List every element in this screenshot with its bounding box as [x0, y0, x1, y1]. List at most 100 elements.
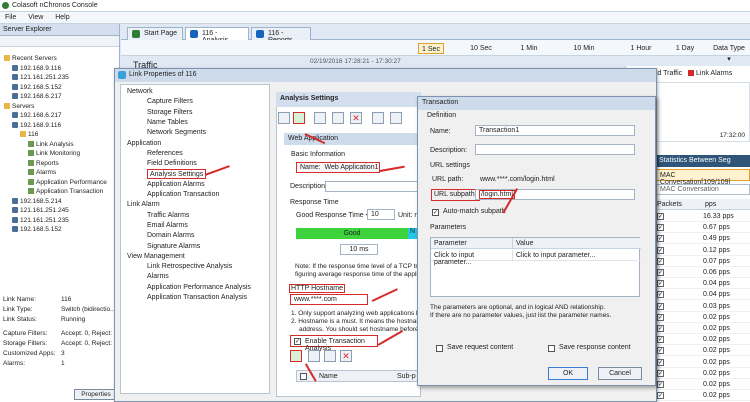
row-checkbox[interactable]: ✓: [657, 246, 664, 254]
description-input[interactable]: [325, 181, 421, 192]
scale-1min[interactable]: 1 Min: [516, 43, 542, 54]
nav-group[interactable]: Application: [127, 139, 161, 149]
menu-file[interactable]: File: [0, 12, 21, 23]
nav-group[interactable]: Link Alarm: [127, 200, 160, 210]
ok-button[interactable]: OK: [548, 367, 588, 380]
tx-name-input[interactable]: Transaction1: [475, 125, 635, 136]
tree-item[interactable]: 121.161.251.235: [12, 216, 69, 225]
tree-item[interactable]: Link Monitoring: [28, 149, 80, 158]
tab-reports[interactable]: 116 - Reports: [251, 27, 311, 44]
tx-desc-input[interactable]: [475, 144, 635, 155]
nav-item[interactable]: Name Tables: [147, 118, 188, 128]
nav-item[interactable]: Storage Filters: [147, 108, 193, 118]
scale-1sec[interactable]: 1 Sec: [418, 43, 444, 54]
row-checkbox[interactable]: ✓: [657, 381, 664, 388]
tree-item[interactable]: 116: [20, 130, 38, 139]
row-checkbox[interactable]: ✓: [657, 235, 664, 243]
tree-item[interactable]: 192.168.6.217: [12, 92, 62, 101]
cancel-button[interactable]: Cancel: [598, 367, 642, 380]
row-checkbox[interactable]: ✓: [657, 336, 664, 344]
menu-help[interactable]: Help: [50, 12, 74, 23]
ms-value[interactable]: 10 ms: [340, 244, 378, 255]
add-icon[interactable]: [278, 112, 290, 124]
nav-item[interactable]: Application Transaction Analysis: [147, 293, 247, 303]
mac-search-input[interactable]: MAC Conversation: [655, 184, 750, 195]
tree-item[interactable]: 192.168.9.116: [12, 121, 61, 130]
web-app-name-value[interactable]: Web Application1: [325, 164, 379, 171]
delete-transaction-icon[interactable]: ✕: [340, 350, 352, 362]
nav-item[interactable]: Application Transaction: [147, 190, 219, 200]
nav-item[interactable]: Application Performance Analysis: [147, 283, 251, 293]
packet-row[interactable]: ✓ 0.02 pps: [655, 356, 750, 368]
tree-item[interactable]: 121.161.251.235: [12, 73, 69, 82]
row-checkbox[interactable]: ✓: [657, 257, 664, 265]
enable-transaction-checkbox[interactable]: ✓ Enable Transaction Analysis: [290, 335, 378, 352]
tree-item[interactable]: Servers: [4, 102, 34, 111]
tab-start-page[interactable]: Start Page: [127, 27, 183, 40]
data-type-dropdown[interactable]: Data Type ▾: [711, 43, 747, 63]
mac-conversation-tab[interactable]: MAC Conversation[109/109]: [655, 169, 750, 186]
packet-row[interactable]: ✓ 0.02 pps: [655, 311, 750, 323]
nav-item[interactable]: Signature Alarms: [147, 242, 200, 252]
scale-1hour[interactable]: 1 Hour: [626, 43, 656, 54]
packet-row[interactable]: ✓ 0.03 pps: [655, 300, 750, 312]
packet-row[interactable]: ✓ 0.02 pps: [655, 367, 750, 379]
tree-item[interactable]: 192.168.5.214: [12, 197, 62, 206]
nav-item[interactable]: Email Alarms: [147, 221, 188, 231]
nav-item[interactable]: Domain Alarms: [147, 231, 194, 241]
tree-item[interactable]: 121.161.251.245: [12, 206, 69, 215]
tree-item[interactable]: 192.168.5.152: [12, 225, 62, 234]
packet-row[interactable]: ✓ 0.67 pps: [655, 222, 750, 234]
row-checkbox[interactable]: ✓: [657, 213, 664, 220]
param-cell[interactable]: Click to input parameter...: [431, 250, 513, 266]
packet-row[interactable]: ✓ 0.02 pps: [655, 390, 750, 402]
copy-transaction-icon[interactable]: [324, 350, 336, 362]
url-subpath-input[interactable]: /login.html: [475, 189, 635, 200]
tree-item[interactable]: 192.168.5.152: [12, 83, 62, 92]
row-checkbox[interactable]: ✓: [657, 302, 664, 310]
packet-row[interactable]: ✓ 0.07 pps: [655, 255, 750, 267]
menu-view[interactable]: View: [23, 12, 48, 23]
edit-transaction-icon[interactable]: [308, 350, 320, 362]
add-transaction-icon[interactable]: [290, 350, 302, 362]
packet-row[interactable]: ✓ 0.04 pps: [655, 289, 750, 301]
value-cell[interactable]: Click to input parameter...: [513, 250, 641, 261]
row-checkbox[interactable]: ✓: [657, 313, 664, 321]
row-checkbox[interactable]: ✓: [657, 392, 664, 400]
nav-item[interactable]: References: [147, 149, 183, 159]
packet-row[interactable]: ✓ 0.02 pps: [655, 345, 750, 357]
scale-10min[interactable]: 10 Min: [569, 43, 599, 54]
nav-group[interactable]: Network: [127, 87, 153, 97]
nav-item[interactable]: Traffic Alarms: [147, 211, 189, 221]
nav-item[interactable]: Field Definitions: [147, 159, 197, 169]
select-all-checkbox[interactable]: [300, 373, 307, 380]
delete-icon[interactable]: ✕: [350, 112, 362, 124]
save-request-checkbox[interactable]: [436, 345, 443, 352]
scale-1day[interactable]: 1 Day: [673, 43, 697, 54]
web-app-icon[interactable]: [293, 112, 305, 124]
packet-row[interactable]: ✓ 0.06 pps: [655, 267, 750, 278]
row-checkbox[interactable]: ✓: [657, 369, 664, 377]
tab-analysis[interactable]: 116 - Analysis: [185, 27, 249, 44]
packet-row[interactable]: ✓ 16.33 pps: [655, 211, 750, 222]
import-icon[interactable]: [372, 112, 384, 124]
nav-item[interactable]: Network Segments: [147, 128, 206, 138]
tree-item[interactable]: Link Analysis: [28, 140, 74, 149]
row-checkbox[interactable]: ✓: [657, 280, 664, 288]
nav-item[interactable]: Application Alarms: [147, 180, 205, 190]
packet-row[interactable]: ✓ 0.04 pps: [655, 278, 750, 290]
tree-item[interactable]: Recent Servers: [4, 54, 57, 63]
scale-10sec[interactable]: 10 Sec: [466, 43, 496, 54]
edit-icon[interactable]: [314, 112, 326, 124]
row-checkbox[interactable]: ✓: [657, 325, 664, 332]
good-response-input[interactable]: 10: [367, 209, 395, 220]
tree-item[interactable]: 192.168.9.116: [12, 64, 61, 73]
packet-row[interactable]: ✓ 0.12 pps: [655, 244, 750, 256]
row-checkbox[interactable]: ✓: [657, 291, 664, 299]
tree-item[interactable]: 192.168.6.217: [12, 111, 62, 120]
tree-item[interactable]: Alarms: [28, 168, 56, 177]
properties-button[interactable]: Properties: [74, 389, 118, 400]
hostname-input[interactable]: www.****.com: [290, 294, 368, 305]
row-checkbox[interactable]: ✓: [657, 347, 664, 355]
copy-icon[interactable]: [332, 112, 344, 124]
